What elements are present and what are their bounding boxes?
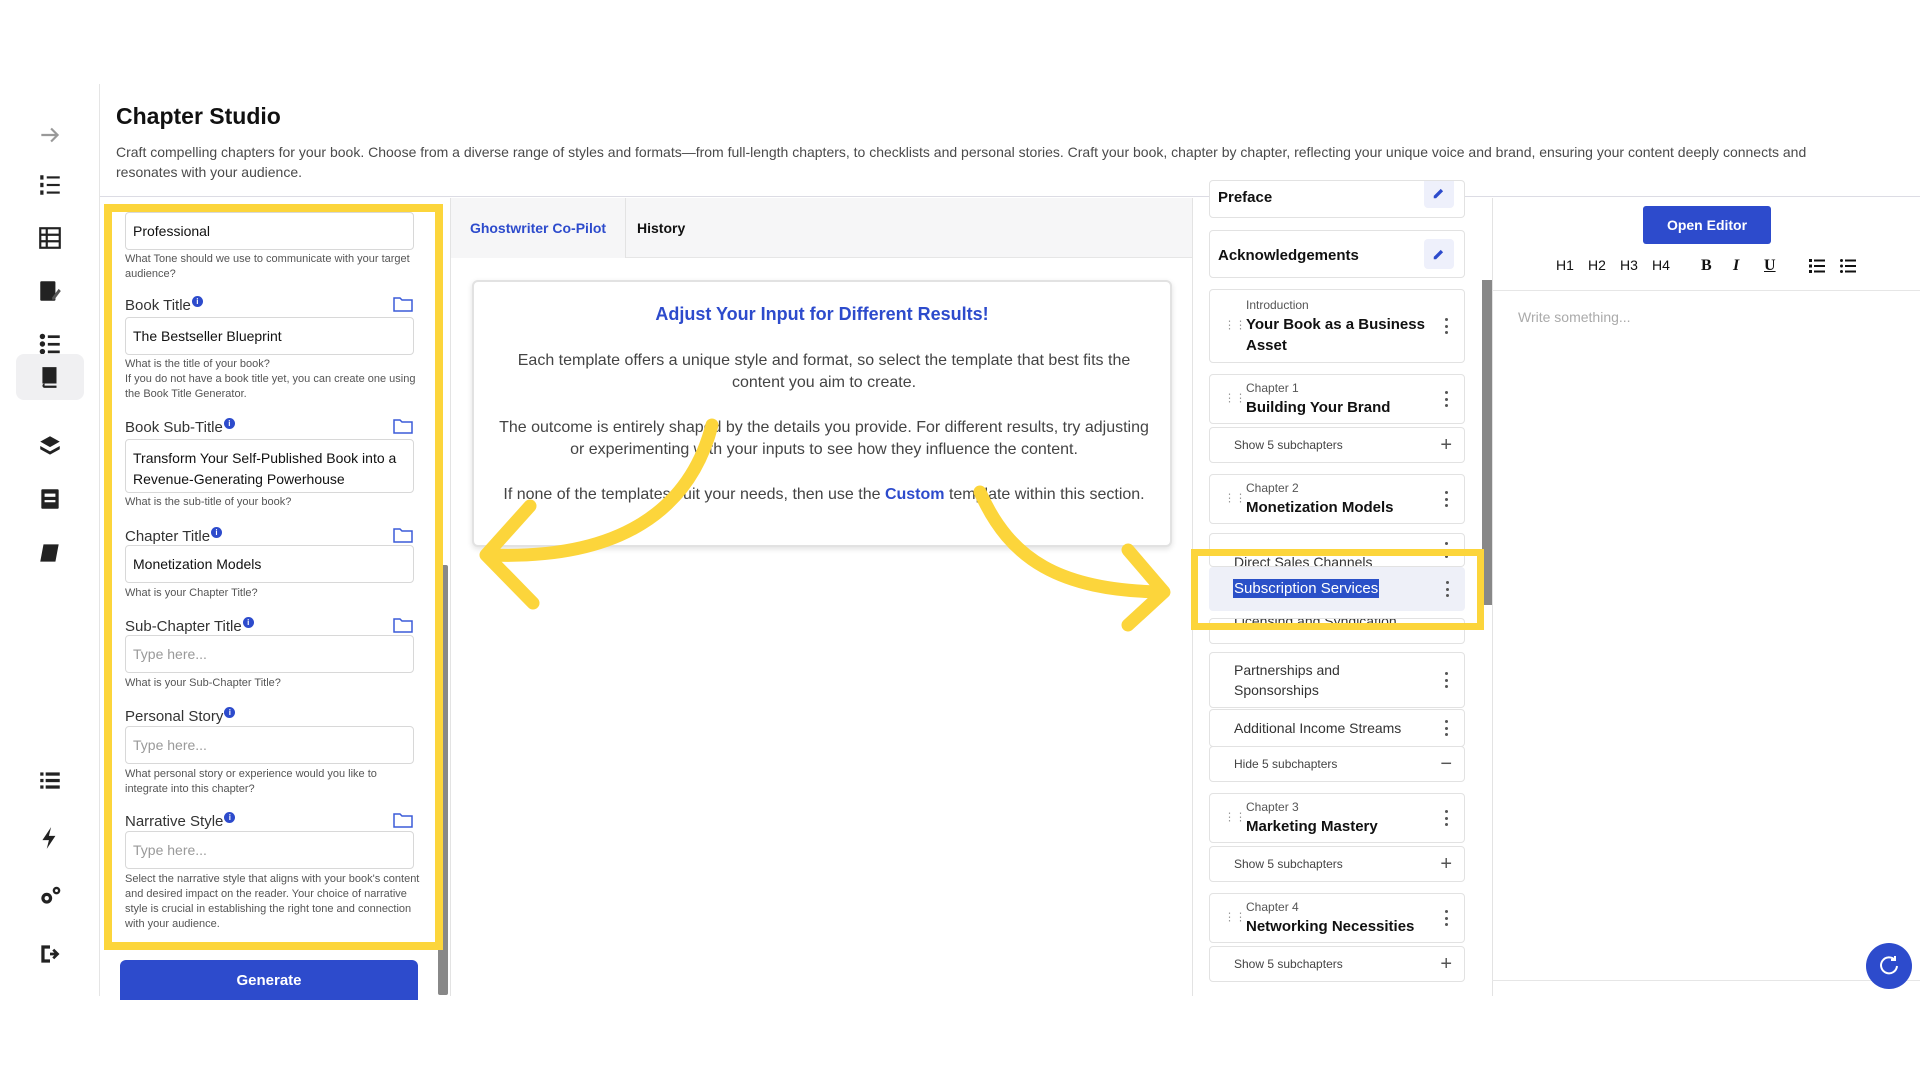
plus-icon[interactable]: + xyxy=(1440,435,1452,455)
arrow-to-subchapter-head xyxy=(1121,543,1171,632)
settings-icon[interactable] xyxy=(30,876,70,916)
generate-button[interactable]: Generate xyxy=(120,960,418,1000)
book-icon[interactable] xyxy=(16,354,84,400)
drag-handle-icon[interactable]: ⋮⋮ xyxy=(1224,812,1246,823)
info-card-title: Adjust Your Input for Different Results! xyxy=(655,304,989,324)
toolbar-bold-button[interactable]: B xyxy=(1701,257,1712,275)
outline-item-chapter-2[interactable]: ⋮⋮ Chapter 2 Monetization Models xyxy=(1209,474,1465,524)
notebook-icon[interactable] xyxy=(30,533,70,573)
toolbar-h2-button[interactable]: H2 xyxy=(1588,257,1606,273)
subchapter-item[interactable]: Partnerships and Sponsorships xyxy=(1209,652,1465,708)
info-card: Adjust Your Input for Different Results!… xyxy=(472,280,1172,547)
editor-toolbar-divider xyxy=(1492,290,1920,291)
books-stack-icon[interactable] xyxy=(30,426,70,466)
ordered-list-icon[interactable] xyxy=(1809,259,1825,276)
outline-item-preface[interactable]: Preface xyxy=(1209,180,1465,218)
assistant-fab-icon[interactable] xyxy=(1866,943,1912,989)
plus-icon[interactable]: + xyxy=(1440,954,1452,974)
list-icon[interactable] xyxy=(30,760,70,800)
sidebar-rail xyxy=(0,84,100,996)
tab-bar: Ghostwriter Co-Pilot History xyxy=(451,198,1192,258)
pencil-icon[interactable] xyxy=(1424,239,1454,269)
tab-history[interactable]: History xyxy=(637,198,685,258)
more-options-icon[interactable] xyxy=(1444,391,1448,407)
outline-item-introduction[interactable]: ⋮⋮ Introduction Your Book as a Business … xyxy=(1209,289,1465,363)
hide-subchapters-toggle[interactable]: Hide 5 subchapters − xyxy=(1209,746,1465,782)
more-options-icon[interactable] xyxy=(1444,318,1448,334)
more-options-icon[interactable] xyxy=(1444,720,1448,736)
editor-placeholder[interactable]: Write something... xyxy=(1518,309,1631,325)
bullet-list-icon[interactable] xyxy=(1840,259,1856,276)
info-card-paragraph: The outcome is entirely shaped by the de… xyxy=(499,419,1149,458)
more-options-icon[interactable] xyxy=(1444,810,1448,826)
toolbar-h1-button[interactable]: H1 xyxy=(1556,257,1574,273)
plus-icon[interactable]: + xyxy=(1440,854,1452,874)
page-title: Chapter Studio xyxy=(116,103,281,129)
edit-document-icon[interactable] xyxy=(30,271,70,311)
outline-item-chapter-4[interactable]: ⋮⋮ Chapter 4 Networking Necessities xyxy=(1209,893,1465,943)
drag-handle-icon[interactable]: ⋮⋮ xyxy=(1224,393,1246,404)
editor-bottom-divider xyxy=(1492,980,1920,981)
archive-icon[interactable] xyxy=(30,479,70,519)
info-card-paragraph: Each template offers a unique style and … xyxy=(517,352,1131,391)
lightning-icon[interactable] xyxy=(30,818,70,858)
numbered-list-icon[interactable] xyxy=(30,165,70,205)
subchapter-item[interactable]: Additional Income Streams xyxy=(1209,709,1465,747)
table-icon[interactable] xyxy=(30,218,70,258)
center-divider xyxy=(450,198,451,996)
drag-handle-icon[interactable]: ⋮⋮ xyxy=(1224,320,1246,331)
outline-item-acknowledgements[interactable]: Acknowledgements xyxy=(1209,230,1465,278)
highlight-box-form xyxy=(104,204,443,950)
toolbar-underline-button[interactable]: U xyxy=(1764,257,1776,275)
show-subchapters-toggle[interactable]: Show 5 subchapters + xyxy=(1209,427,1465,463)
arrow-right-icon[interactable] xyxy=(30,115,70,155)
more-options-icon[interactable] xyxy=(1444,672,1448,688)
tab-ghostwriter-copilot[interactable]: Ghostwriter Co-Pilot xyxy=(451,198,626,258)
custom-template-link[interactable]: Custom xyxy=(885,486,945,503)
open-editor-button[interactable]: Open Editor xyxy=(1643,206,1771,244)
toolbar-h4-button[interactable]: H4 xyxy=(1652,257,1670,273)
outline-item-chapter-3[interactable]: ⋮⋮ Chapter 3 Marketing Mastery xyxy=(1209,793,1465,843)
show-subchapters-toggle[interactable]: Show 5 subchapters + xyxy=(1209,946,1465,982)
highlight-box-subchapter xyxy=(1191,549,1484,630)
info-card-paragraph: If none of the templates suit your needs… xyxy=(503,486,1145,503)
more-options-icon[interactable] xyxy=(1444,491,1448,507)
toolbar-h3-button[interactable]: H3 xyxy=(1620,257,1638,273)
minus-icon[interactable]: − xyxy=(1440,754,1452,774)
toolbar-italic-button[interactable]: I xyxy=(1733,257,1739,275)
outline-item-chapter-1[interactable]: ⋮⋮ Chapter 1 Building Your Brand xyxy=(1209,374,1465,424)
pencil-icon[interactable] xyxy=(1424,181,1454,208)
logout-icon[interactable] xyxy=(30,934,70,974)
drag-handle-icon[interactable]: ⋮⋮ xyxy=(1224,912,1246,923)
page-description: Craft compelling chapters for your book.… xyxy=(116,144,1807,180)
drag-handle-icon[interactable]: ⋮⋮ xyxy=(1224,493,1246,504)
header-divider xyxy=(100,196,1920,197)
show-subchapters-toggle[interactable]: Show 5 subchapters + xyxy=(1209,846,1465,882)
more-options-icon[interactable] xyxy=(1444,910,1448,926)
